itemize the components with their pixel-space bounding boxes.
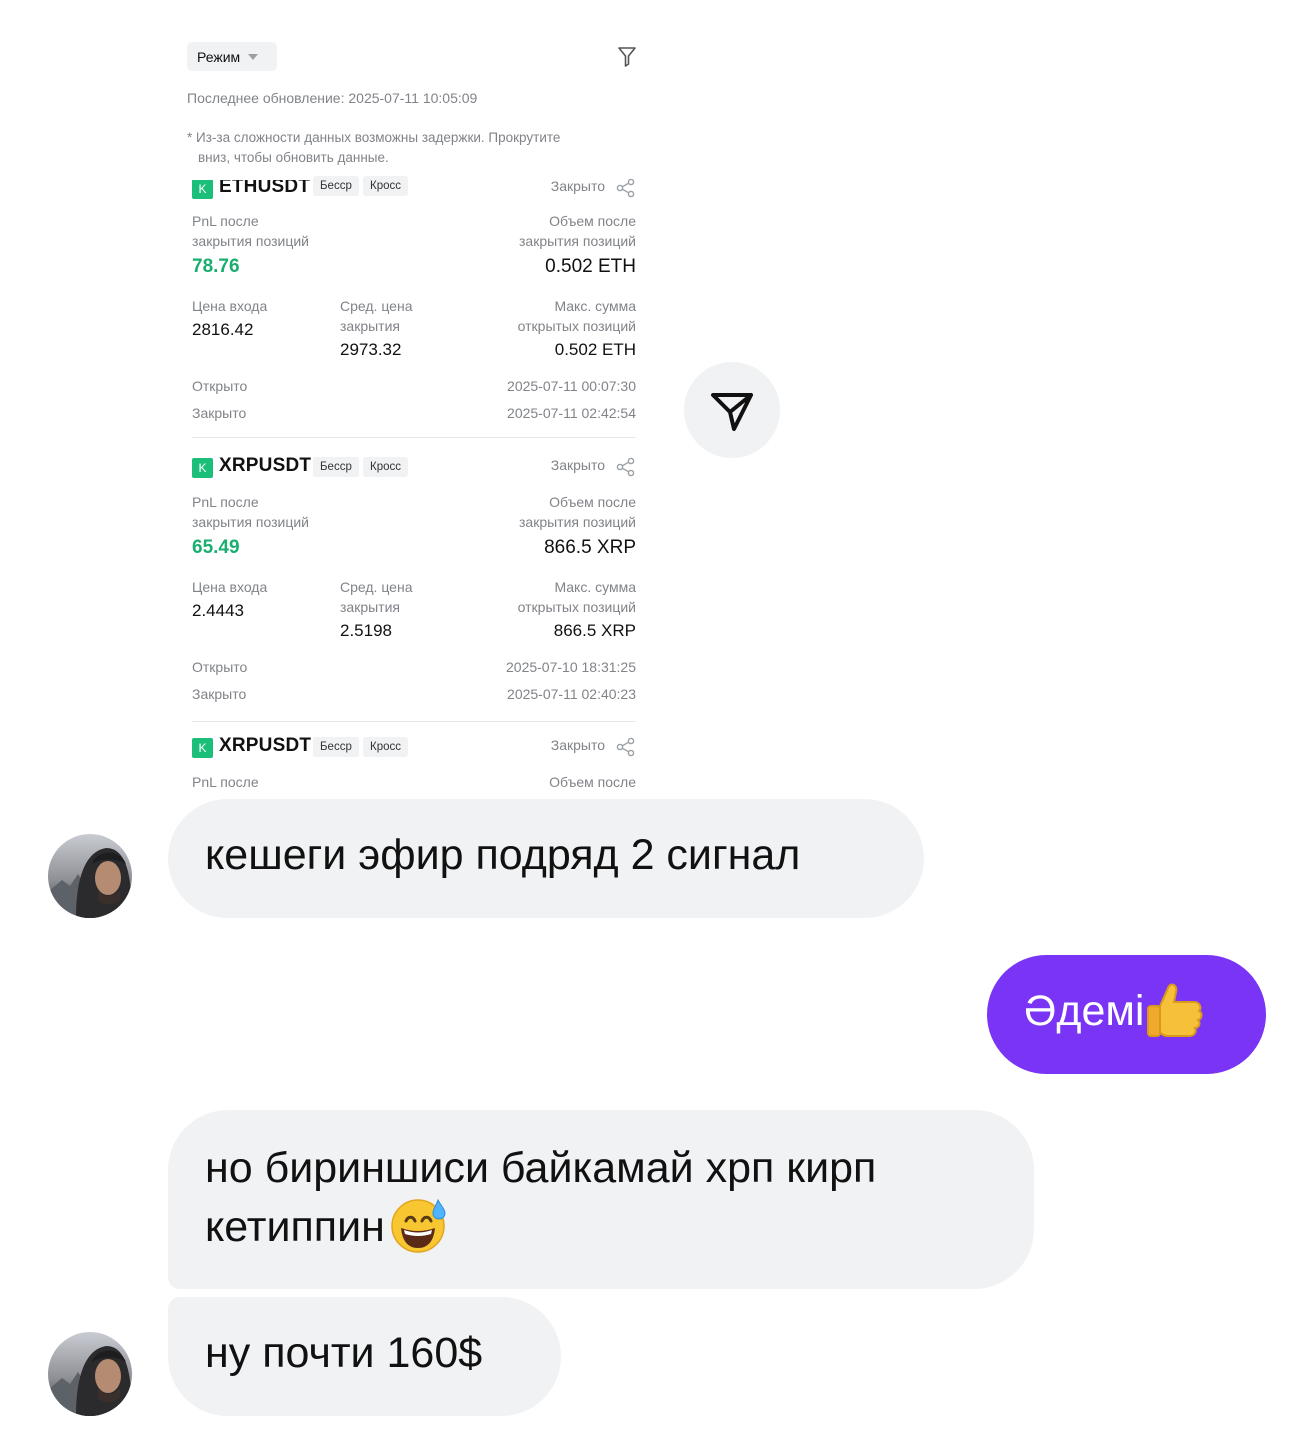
opened-label: Открыто (192, 659, 248, 675)
position-symbol: XRPUSDT (219, 735, 312, 756)
pnl-label: PnL после (192, 774, 259, 790)
send-icon (711, 393, 753, 431)
forward-button[interactable] (684, 362, 780, 458)
avatar[interactable] (48, 834, 132, 918)
message-text-line-2: кетиппин (205, 1203, 385, 1251)
message-bubble-incoming[interactable]: но бириншиси байкамай хрп кирп кетиппин (168, 1110, 1034, 1289)
position-card[interactable]: K XRPUSDT Бесср Кросс Закрыто PnL после … (192, 455, 636, 740)
opened-label: Открыто (192, 378, 248, 394)
volume-label: Объем после (549, 774, 636, 790)
exchange-logo-icon: K (192, 180, 213, 199)
max-open-label: Макс. сумма открытых позиций (517, 579, 636, 615)
tag-cross: Кросс (363, 457, 408, 477)
pnl-value: 78.76 (192, 256, 240, 277)
mode-label: Режим (197, 48, 241, 65)
message-bubble-incoming[interactable]: кешеги эфир подряд 2 сигнал (168, 799, 924, 918)
avg-close-value: 2.5198 (340, 621, 392, 640)
position-card[interactable]: K ETHUSDT Бесср Кросс Закрыто PnL после … (192, 176, 636, 462)
max-open-label: Макс. сумма открытых позиций (517, 298, 636, 334)
pnl-label: PnL после закрытия позиций (192, 494, 309, 530)
avg-close-label: Сред. цена закрытия (340, 579, 413, 615)
divider (192, 437, 636, 438)
grinning-sweat-emoji-icon (391, 1198, 446, 1253)
thumbs-up-icon (1147, 983, 1203, 1037)
position-symbol: XRPUSDT (219, 455, 312, 476)
closed-time: 2025-07-11 02:40:23 (507, 686, 636, 702)
tag-cross: Кросс (363, 737, 408, 757)
volume-label: Объем после закрытия позиций (519, 494, 636, 530)
share-icon[interactable] (616, 737, 636, 757)
closed-label: Закрыто (192, 405, 247, 421)
position-status: Закрыто (550, 457, 605, 473)
delay-note-line-2: вниз, чтобы обновить данные. (198, 150, 389, 165)
max-open-value: 0.502 ETH (554, 340, 636, 359)
divider (192, 721, 636, 722)
entry-price-value: 2.4443 (192, 601, 244, 620)
tag-cross: Кросс (363, 176, 408, 196)
entry-price-label: Цена входа (192, 579, 268, 595)
exchange-logo-icon: K (192, 458, 213, 478)
opened-time: 2025-07-10 18:31:25 (506, 659, 636, 675)
delay-note-line-1: * Из-за сложности данных возможны задерж… (187, 130, 561, 145)
filter-icon[interactable] (617, 46, 637, 68)
avg-close-label: Сред. цена закрытия (340, 298, 413, 334)
avg-close-value: 2973.32 (340, 340, 402, 359)
tag-margin-mode: Бесср (313, 737, 359, 757)
message-text-line-1: но бириншиси байкамай хрп кирп (205, 1144, 877, 1192)
opened-time: 2025-07-11 00:07:30 (507, 378, 636, 394)
pnl-value: 65.49 (192, 537, 240, 558)
message-text: кешеги эфир подряд 2 сигнал (205, 831, 801, 879)
tag-margin-mode: Бесср (313, 176, 359, 196)
entry-price-label: Цена входа (192, 298, 268, 314)
message-bubble-incoming[interactable]: ну почти 160$ (168, 1297, 561, 1416)
max-open-value: 866.5 XRP (553, 621, 636, 640)
volume-value: 866.5 XRP (544, 537, 636, 558)
position-status: Закрыто (550, 178, 605, 194)
avatar[interactable] (48, 1332, 132, 1416)
closed-time: 2025-07-11 02:42:54 (507, 405, 636, 421)
position-symbol: ETHUSDT (219, 180, 311, 197)
mode-dropdown[interactable]: Режим (187, 42, 277, 71)
last-update-text: Последнее обновление: 2025-07-11 10:05:0… (187, 90, 478, 106)
position-card[interactable]: K XRPUSDT Бесср Кросс Закрыто PnL после … (192, 735, 636, 796)
shared-screenshot[interactable]: Режим Последнее обновление: 2025-07-11 1… (180, 30, 650, 796)
volume-label: Объем после закрытия позиций (519, 213, 636, 249)
share-icon[interactable] (616, 178, 636, 198)
delay-note: * Из-за сложности данных возможны задерж… (187, 128, 637, 168)
entry-price-value: 2816.42 (192, 320, 254, 339)
share-icon[interactable] (616, 457, 636, 477)
message-text: Әдемі (1024, 987, 1145, 1035)
tag-margin-mode: Бесср (313, 457, 359, 477)
closed-label: Закрыто (192, 686, 247, 702)
pnl-label: PnL после закрытия позиций (192, 213, 309, 249)
message-bubble-outgoing[interactable]: Әдемі (987, 955, 1266, 1074)
volume-value: 0.502 ETH (545, 256, 636, 277)
caret-down-icon (248, 53, 259, 60)
position-status: Закрыто (550, 737, 605, 753)
message-text: ну почти 160$ (205, 1329, 483, 1377)
exchange-logo-icon: K (192, 738, 213, 758)
